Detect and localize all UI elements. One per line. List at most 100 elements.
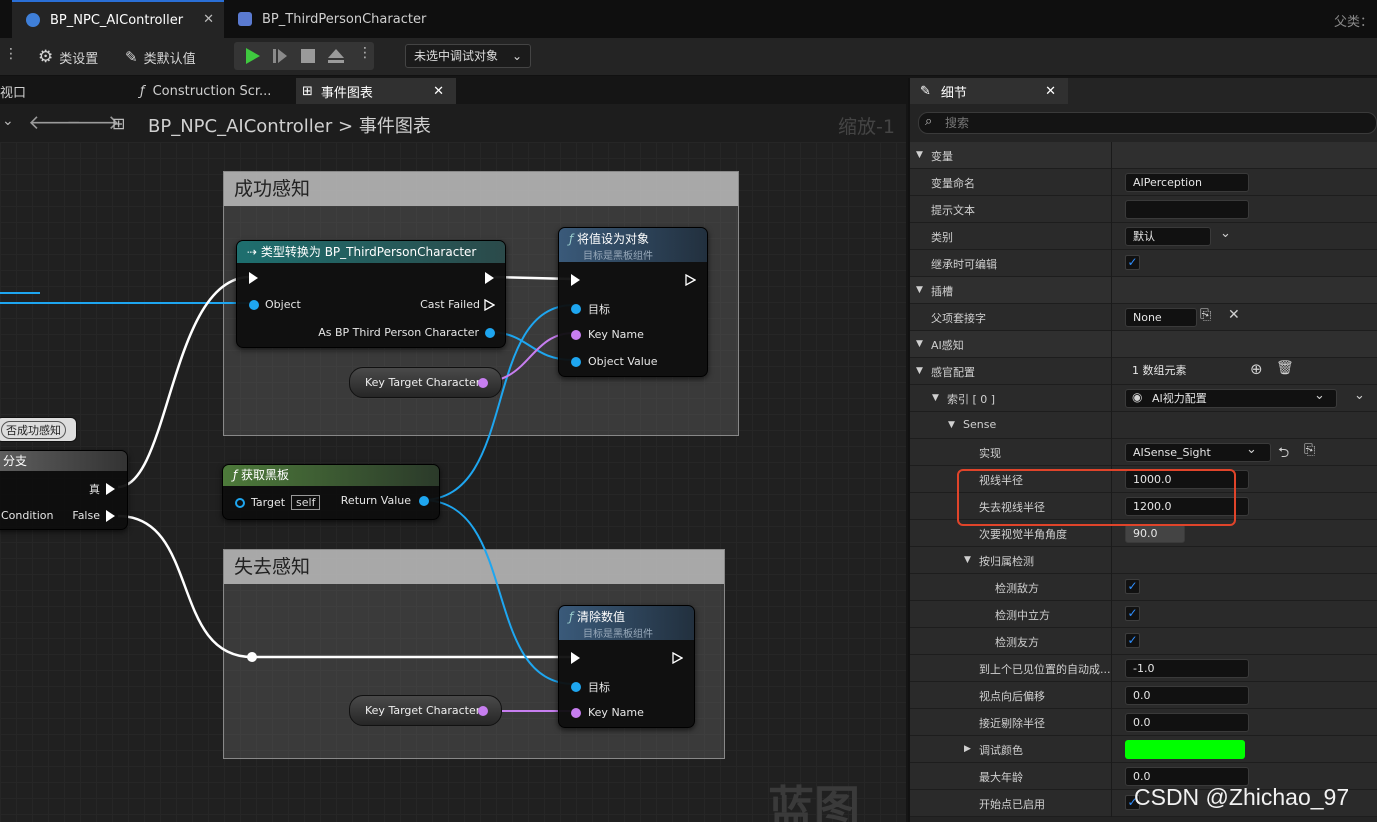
clear-value-subtitle: 目标是黑板组件	[583, 629, 653, 640]
chevron-down-icon[interactable]: ⌄	[1246, 442, 1257, 457]
exec-in-pin[interactable]	[571, 652, 580, 664]
property-label: 索引 [ 0 ]	[947, 393, 996, 406]
cast-failed-row[interactable]: Cast Failed	[420, 298, 495, 311]
key-name-row[interactable]: Key Name	[571, 328, 644, 341]
clear-icon[interactable]: ✕	[1228, 307, 1240, 323]
exec-out-pin[interactable]	[106, 483, 115, 495]
set-value-title: 将值设为对象	[577, 232, 650, 246]
return-value-label: Return Value	[340, 494, 411, 507]
browse-icon[interactable]: ⎘	[1304, 442, 1315, 458]
variable-label: Key Target Character	[365, 376, 481, 389]
target-pin[interactable]	[235, 497, 245, 508]
property-value-input[interactable]	[1125, 200, 1249, 219]
collapse-arrow-icon[interactable]: ▼	[916, 285, 923, 295]
checkbox[interactable]: ✓	[1125, 579, 1140, 594]
variable-label: Key Target Character	[365, 704, 481, 717]
self-input[interactable]: self	[291, 495, 321, 510]
exec-out-pin[interactable]	[485, 272, 494, 284]
collapse-arrow-icon[interactable]: ▼	[916, 150, 923, 160]
color-swatch[interactable]	[1125, 740, 1245, 759]
expand-arrow-icon[interactable]: ▶	[964, 744, 971, 754]
exec-out-pin[interactable]	[484, 298, 495, 311]
key-target-character-node[interactable]: Key Target Character	[349, 695, 502, 726]
target-pin-row[interactable]: Target self	[235, 495, 321, 510]
property-row: 检测中立方 ✓	[910, 601, 1377, 628]
chevron-down-icon[interactable]: ⌄	[1314, 388, 1325, 403]
target-pin[interactable]	[571, 682, 581, 692]
property-label: 次要视觉半角角度	[979, 528, 1067, 541]
property-row[interactable]: ▼ Sense	[910, 412, 1377, 439]
checkbox[interactable]: ✓	[1125, 633, 1140, 648]
collapse-arrow-icon[interactable]: ▼	[916, 366, 923, 376]
key-name-row[interactable]: Key Name	[571, 706, 644, 719]
return-value-pin[interactable]	[419, 495, 429, 506]
key-target-character-node[interactable]: Key Target Character	[349, 367, 502, 398]
tab-details[interactable]: ✎ 细节 ✕	[910, 78, 1068, 104]
is-perceived-node[interactable]: 否成功感知	[0, 417, 77, 442]
checkbox[interactable]: ✓	[1125, 606, 1140, 621]
object-value-row[interactable]: Object Value	[571, 355, 658, 368]
property-row[interactable]: ▼ 按归属检测	[910, 547, 1377, 574]
branch-node[interactable]: 分支 真 Condition False	[0, 450, 128, 530]
property-value-input[interactable]: AIPerception	[1125, 173, 1249, 192]
clear-value-node[interactable]: ƒ 清除数值 目标是黑板组件 目标 Key Name	[558, 605, 695, 728]
exec-in-pin[interactable]	[571, 274, 580, 286]
property-value-input[interactable]: 0.0	[1125, 713, 1249, 732]
target-pin-row[interactable]: 目标	[571, 679, 610, 695]
cast-icon: ⇢	[247, 245, 261, 259]
object-value-pin[interactable]	[571, 356, 581, 367]
browse-icon[interactable]: ⎘	[1200, 307, 1211, 323]
property-value-input[interactable]: 1 数组元素	[1125, 362, 1249, 381]
property-value-input[interactable]: 0.0	[1125, 686, 1249, 705]
property-row: 到上个已见位置的自动成... -1.0	[910, 655, 1377, 682]
property-row: 视点向后偏移 0.0	[910, 682, 1377, 709]
reset-icon[interactable]: ⮌	[1278, 442, 1289, 466]
clear-value-header: ƒ 清除数值 目标是黑板组件	[559, 606, 694, 640]
set-value-as-object-node[interactable]: ƒ 将值设为对象 目标是黑板组件 目标 Key Name Object Valu…	[558, 227, 708, 377]
chevron-down-icon[interactable]: ⌄	[1220, 226, 1231, 241]
exec-wire-true	[117, 275, 251, 489]
key-name-pin[interactable]	[571, 707, 581, 718]
close-icon[interactable]: ✕	[1045, 84, 1056, 99]
property-row[interactable]: ▼ 插槽	[910, 277, 1377, 304]
property-value-input[interactable]: None	[1125, 308, 1197, 327]
collapse-arrow-icon[interactable]: ▼	[964, 555, 971, 565]
get-blackboard-node[interactable]: ƒ 获取黑板 Target self Return Value	[222, 464, 440, 520]
variable-pin[interactable]	[478, 378, 488, 388]
as-bp-row[interactable]: As BP Third Person Character	[318, 326, 495, 339]
true-row[interactable]: 真	[89, 481, 115, 497]
chevron-down-icon[interactable]: ⌄	[1354, 388, 1365, 403]
details-search-input[interactable]: ⌕ 搜索	[918, 112, 1377, 134]
exec-out-pin[interactable]	[106, 509, 115, 522]
property-value-input[interactable]: 默认	[1125, 227, 1211, 246]
as-bp-pin[interactable]	[485, 327, 495, 338]
checkbox[interactable]: ✓	[1125, 255, 1140, 270]
property-value-input[interactable]: -1.0	[1125, 659, 1249, 678]
exec-in-pin[interactable]	[249, 272, 258, 284]
property-label: 插槽	[931, 285, 953, 298]
collapse-arrow-icon[interactable]: ▼	[948, 420, 955, 430]
add-element-icon[interactable]: ⊕	[1250, 360, 1263, 378]
target-pin[interactable]	[571, 304, 581, 314]
target-pin-row[interactable]: 目标	[571, 301, 610, 317]
key-name-pin[interactable]	[571, 329, 581, 340]
property-value-input[interactable]: AI视力配置	[1125, 389, 1337, 408]
property-row[interactable]: ▼ 变量	[910, 142, 1377, 169]
object-pin-row[interactable]: Object	[249, 298, 301, 311]
property-row: 实现 AISense_Sight ⌄ ⮌ ⎘	[910, 439, 1377, 466]
csdn-watermark: CSDN @Zhichao_97	[1134, 784, 1350, 810]
trash-icon[interactable]: 🗑	[1276, 360, 1294, 376]
false-label: False	[72, 509, 100, 522]
property-row[interactable]: ▼ AI感知	[910, 331, 1377, 358]
variable-pin[interactable]	[478, 706, 488, 716]
property-value-input[interactable]: 90.0	[1125, 524, 1185, 543]
return-value-row[interactable]: Return Value	[341, 494, 429, 507]
false-row[interactable]: False	[72, 509, 115, 522]
collapse-arrow-icon[interactable]: ▼	[916, 339, 923, 349]
exec-out-pin[interactable]	[672, 652, 683, 664]
collapse-arrow-icon[interactable]: ▼	[932, 393, 939, 403]
exec-out-pin[interactable]	[685, 274, 696, 286]
object-pin[interactable]	[249, 299, 259, 310]
cast-node[interactable]: ⇢ 类型转换为 BP_ThirdPersonCharacter Object C…	[236, 240, 506, 348]
as-bp-label: As BP Third Person Character	[318, 326, 479, 339]
